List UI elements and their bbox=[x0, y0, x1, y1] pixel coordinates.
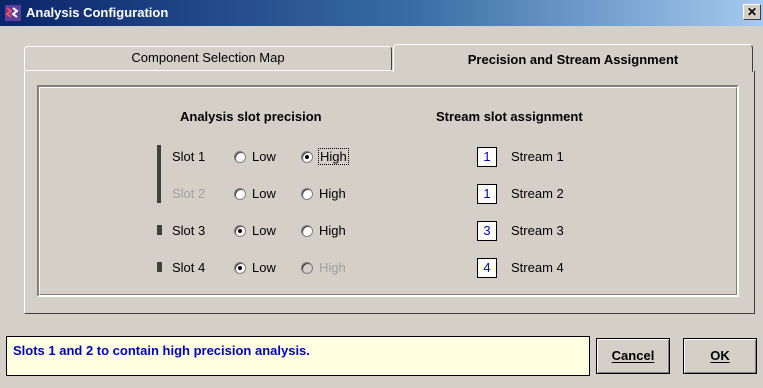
close-button[interactable]: ✕ bbox=[743, 4, 761, 20]
slot-3-label: Slot 3 bbox=[172, 223, 206, 238]
slot-1-label: Slot 1 bbox=[172, 149, 206, 164]
slot-2-label: Slot 2 bbox=[172, 186, 206, 201]
slot-3-high-radio[interactable]: High bbox=[301, 223, 346, 238]
stream-3-label: Stream 3 bbox=[511, 223, 564, 238]
stream-1-slot-field[interactable]: 1 bbox=[477, 147, 497, 167]
slot-4-low-radio[interactable]: Low bbox=[234, 260, 276, 275]
cancel-button[interactable]: Cancel bbox=[596, 338, 670, 374]
window-title: Analysis Configuration bbox=[26, 5, 169, 20]
slot-1-high-radio[interactable]: High bbox=[301, 148, 349, 165]
slot-1-low-radio[interactable]: Low bbox=[234, 149, 276, 164]
slot-pair-marker bbox=[157, 145, 161, 203]
stream-2-slot-field[interactable]: 1 bbox=[477, 184, 497, 204]
stream-4-label: Stream 4 bbox=[511, 260, 564, 275]
settings-group: Analysis slot precision Stream slot assi… bbox=[37, 85, 739, 297]
slot-2-high-radio[interactable]: High bbox=[301, 186, 346, 201]
slot-4-high-radio[interactable]: High bbox=[301, 260, 346, 275]
stream-header: Stream slot assignment bbox=[436, 109, 583, 124]
tab-component-selection-map[interactable]: Component Selection Map bbox=[24, 46, 392, 70]
ok-button[interactable]: OK bbox=[683, 338, 757, 374]
stream-1-label: Stream 1 bbox=[511, 149, 564, 164]
slot-3-marker bbox=[157, 225, 162, 235]
tab-panel: Analysis slot precision Stream slot assi… bbox=[24, 70, 755, 314]
stream-4-slot-field[interactable]: 4 bbox=[477, 258, 497, 278]
close-icon: ✕ bbox=[746, 5, 758, 19]
stream-3-slot-field[interactable]: 3 bbox=[477, 221, 497, 241]
slot-3-low-radio[interactable]: Low bbox=[234, 223, 276, 238]
precision-header: Analysis slot precision bbox=[180, 109, 322, 124]
slot-2-low-radio[interactable]: Low bbox=[234, 186, 276, 201]
stream-2-label: Stream 2 bbox=[511, 186, 564, 201]
slot-4-marker bbox=[157, 262, 162, 272]
status-message: Slots 1 and 2 to contain high precision … bbox=[6, 336, 590, 376]
slot-4-label: Slot 4 bbox=[172, 260, 206, 275]
title-bar: Analysis Configuration ✕ bbox=[0, 0, 763, 26]
app-logo-icon bbox=[5, 5, 21, 21]
tab-precision-and-stream-assignment[interactable]: Precision and Stream Assignment bbox=[393, 44, 753, 72]
